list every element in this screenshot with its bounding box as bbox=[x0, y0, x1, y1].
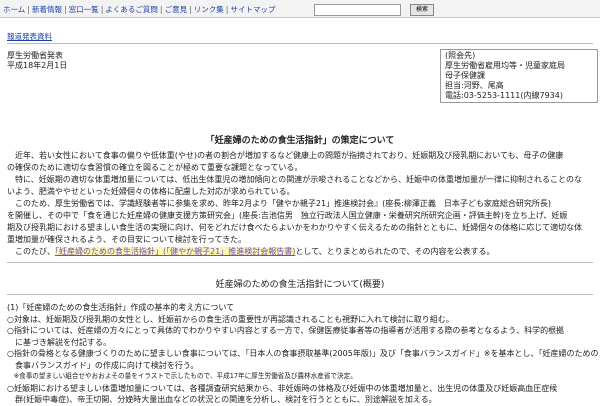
nav-separator: | bbox=[63, 5, 67, 14]
body-line: 近年、若い女性において食事の偏りや低体重(やせ)の者の割合が増加するなど健康上の… bbox=[7, 151, 564, 160]
summary-bullet-cont: 食事バランスガイド」の作成に向けて検討を行う。 bbox=[7, 360, 199, 370]
publish-date: 平成18年2月1日 bbox=[7, 61, 68, 70]
contact-heading: (照会先) bbox=[445, 51, 476, 60]
body-line: 期及び授乳期における望ましい食生活の実現に向け、何をどれだけ食べたらよいかをわか… bbox=[7, 223, 583, 232]
summary-note: ※食事の望ましい組合せやおおよその量をイラストで示したもので、平成17年に厚生労… bbox=[7, 372, 357, 380]
search-button[interactable]: 検索 bbox=[410, 4, 434, 16]
divider bbox=[7, 43, 593, 44]
nav-separator: | bbox=[189, 5, 192, 14]
body-text: として、とりまとめられたので、その内容を公表する。 bbox=[295, 247, 495, 256]
nav-home-link[interactable]: ホーム bbox=[3, 5, 25, 14]
contact-department: 厚生労働省雇用均等・児童家庭局 bbox=[445, 61, 565, 70]
nav-separator: | bbox=[159, 5, 163, 14]
summary-bullet: ○妊娠期における望ましい体重増加量については、各種調査研究結果から、非妊娠時の体… bbox=[7, 383, 558, 393]
body-line: このため、厚生労働省では、学識経験者等に参集を求め、昨年2月より「健やか親子21… bbox=[7, 199, 552, 208]
divider bbox=[7, 262, 593, 263]
summary-bullet-cont: に基づき解説を付記する。 bbox=[7, 337, 111, 347]
body-line: このたび、「妊産婦のための食生活指針」(「健やか親子21」推進検討会報告書)とし… bbox=[7, 246, 595, 258]
summary-bullet: ○対象は、妊娠期及び授乳期の女性とし、妊娠前からの食生活の重要性が再認識されるこ… bbox=[7, 314, 454, 324]
body-line: 特に、妊娠期の適切な体重増加量については、低出生体重児の増加傾向との関連が示唆さ… bbox=[7, 175, 582, 184]
top-navigation-bar: ホーム | 新着情報 | 窓口一覧 | よくあるご質問 | ご意見 | リンク集 | サイトマップ 検索 bbox=[0, 0, 600, 18]
report-link[interactable]: 「妊産婦のための食生活指針」(「健やか親子21」推進検討会報告書) bbox=[55, 247, 296, 256]
summary-section: (1)「妊産婦のための食生活指針」作成の基本的考え方について ○対象は、妊娠期及… bbox=[7, 302, 599, 406]
summary-bullet: ○指針については、妊産婦の方々にとって具体的でわかりやすい内容とする一方で、保健… bbox=[7, 326, 565, 335]
nav-contact-list-link[interactable]: 窓口一覧 bbox=[69, 5, 99, 14]
body-line: いよう、肥満ややせといった妊婦個々の体格に配慮した対応が求められている。 bbox=[7, 187, 295, 196]
contact-section: 母子保健課 bbox=[445, 71, 485, 80]
body-line: の確保のために適切な食習慣の確立を図ることが極めて重要な課題となっている。 bbox=[7, 163, 303, 172]
main-nav: ホーム | 新着情報 | 窓口一覧 | よくあるご質問 | ご意見 | リンク集 | サイトマップ bbox=[3, 4, 276, 15]
nav-separator: | bbox=[100, 5, 104, 14]
contact-box: (照会先) 厚生労働省雇用均等・児童家庭局 母子保健課 担当:河野、尾高 電話:… bbox=[440, 49, 598, 103]
summary-title: 妊産婦のための食生活指針について(概要) bbox=[215, 280, 385, 290]
contact-persons: 担当:河野、尾高 bbox=[445, 81, 504, 90]
press-release-link[interactable]: 報道発表資料 bbox=[7, 31, 52, 42]
divider bbox=[7, 294, 593, 295]
nav-faq-link[interactable]: よくあるご質問 bbox=[105, 5, 158, 14]
nav-links-link[interactable]: リンク集 bbox=[194, 5, 224, 14]
body-text: このたび、 bbox=[7, 247, 55, 256]
summary-bullet: ○指針の骨格となる健康づくりのために望ましい食事については、「日本人の食事摂取基… bbox=[7, 349, 599, 358]
search-input[interactable] bbox=[314, 4, 401, 16]
announcement-body: 近年、若い女性において食事の偏りや低体重(やせ)の者の割合が増加するなど健康上の… bbox=[7, 150, 595, 258]
publisher: 厚生労働省発表 bbox=[7, 51, 63, 60]
publication-info: 厚生労働省発表 平成18年2月1日 bbox=[7, 51, 67, 71]
body-line: 重増加量が確保されるよう、その目安について検討を行ってきた。 bbox=[7, 235, 247, 244]
contact-phone: 電話:03-5253-1111(内線7934) bbox=[445, 91, 563, 100]
nav-sitemap-link[interactable]: サイトマップ bbox=[231, 5, 276, 14]
page-title: 「妊産婦のための食生活指針」の策定について bbox=[205, 136, 395, 146]
summary-heading: (1)「妊産婦のための食生活指針」作成の基本的考え方について bbox=[7, 303, 235, 312]
nav-separator: | bbox=[27, 5, 30, 14]
nav-news-link[interactable]: 新着情報 bbox=[32, 5, 62, 14]
nav-feedback-link[interactable]: ご意見 bbox=[165, 5, 188, 14]
body-line: を開催し、その中で「食を通じた妊産婦の健康支援方策研究会」(座長:吉池信男 独立… bbox=[7, 211, 568, 220]
nav-separator: | bbox=[225, 5, 229, 14]
